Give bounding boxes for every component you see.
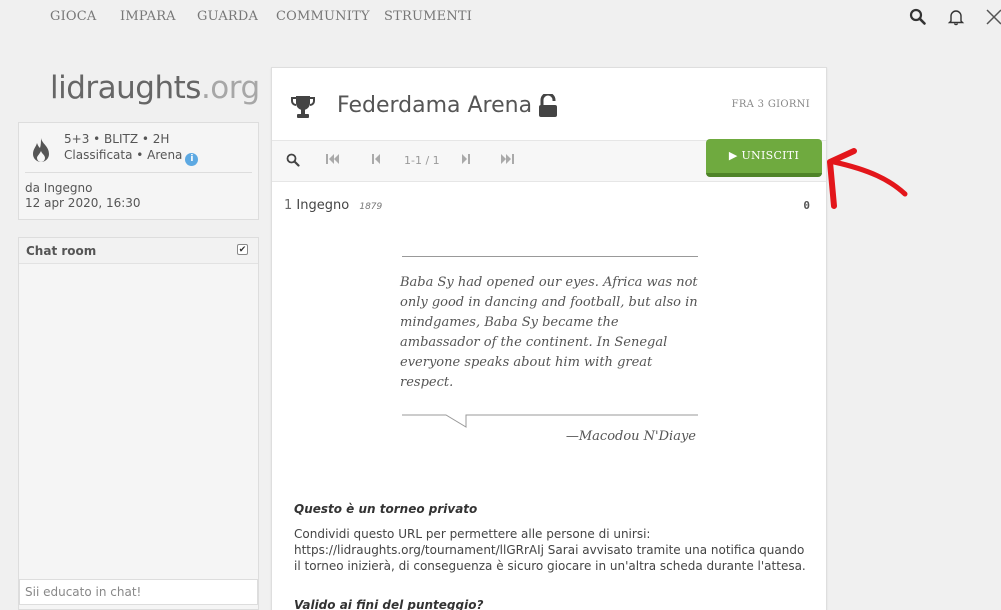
nav-community[interactable]: COMMUNITY xyxy=(276,9,370,24)
quote-bubble-tail xyxy=(402,414,698,428)
tournament-type-text: Classificata • Arena xyxy=(64,148,183,162)
logo-tld: .org xyxy=(200,70,260,106)
logo-name: lidraughts xyxy=(50,70,201,106)
crossed-swords-icon[interactable] xyxy=(985,8,1001,30)
nav-impara[interactable]: IMPARA xyxy=(120,9,176,24)
rated-heading: Valido ai fini del punteggio? xyxy=(294,598,484,610)
unlocked-padlock-icon xyxy=(538,92,558,122)
tournament-info-box: 5+3 • BLITZ • 2H Classificata • Arena i d… xyxy=(18,122,259,220)
quote-text: Baba Sy had opened our eyes. Africa was … xyxy=(400,275,698,390)
first-page-icon[interactable] xyxy=(326,153,340,168)
player-rating: 1879 xyxy=(359,202,383,212)
chat-input[interactable]: Sii educato in chat! xyxy=(19,579,258,605)
top-nav: GIOCA IMPARA GUARDA COMMUNITY STRUMENTI xyxy=(0,0,1001,40)
last-page-icon[interactable] xyxy=(500,153,514,168)
previous-page-icon[interactable] xyxy=(372,153,382,168)
page-indicator: 1-1 / 1 xyxy=(404,154,440,167)
chat-room-panel: Chat room ✔ Sii educato in chat! xyxy=(18,237,259,610)
tournament-main-panel: Federdama Arena FRA 3 GIORNI 1-1 / 1 ▶ U… xyxy=(271,67,827,610)
tournament-creator: da Ingegno xyxy=(25,181,93,195)
trophy-icon xyxy=(290,94,316,124)
play-icon: ▶ xyxy=(728,149,738,162)
join-button[interactable]: ▶ UNISCITI xyxy=(706,139,822,177)
player-name[interactable]: Ingegno xyxy=(296,198,349,213)
info-icon[interactable]: i xyxy=(185,153,199,166)
search-icon[interactable] xyxy=(909,8,927,30)
tournament-starts-in: FRA 3 GIORNI xyxy=(731,99,810,110)
join-button-label: UNISCITI xyxy=(741,149,800,162)
nav-strumenti[interactable]: STRUMENTI xyxy=(384,9,472,24)
nav-guarda[interactable]: GUARDA xyxy=(197,9,258,24)
nav-gioca[interactable]: GIOCA xyxy=(50,9,97,24)
tournament-title: Federdama Arena xyxy=(337,93,533,118)
info-divider xyxy=(25,172,252,173)
tournament-date: 12 apr 2020, 16:30 xyxy=(25,196,141,210)
chat-toggle-checkbox[interactable]: ✔ xyxy=(237,244,248,255)
player-rank: 1 xyxy=(284,198,293,213)
private-heading: Questo è un torneo privato xyxy=(294,502,478,516)
tournament-type: Classificata • Arena i xyxy=(64,148,199,166)
red-arrow-annotation xyxy=(827,148,908,209)
chat-title: Chat room xyxy=(26,244,97,258)
chat-header: Chat room ✔ xyxy=(19,238,258,264)
search-icon[interactable] xyxy=(286,153,300,170)
tournament-clock: 5+3 • BLITZ • 2H xyxy=(64,132,170,146)
bell-icon[interactable] xyxy=(947,8,965,30)
private-description: Condividi questo URL per permettere alle… xyxy=(294,527,806,573)
site-logo[interactable]: lidraughts.org xyxy=(50,70,260,106)
top-icons xyxy=(901,8,1001,32)
quote-author: —Macodou N'Diaye xyxy=(565,429,696,444)
fire-icon xyxy=(28,137,54,169)
player-score: 0 xyxy=(803,199,810,212)
table-row[interactable]: 1 Ingegno 1879 xyxy=(284,198,382,213)
next-page-icon[interactable] xyxy=(460,153,470,168)
quote-top-rule xyxy=(402,256,698,257)
